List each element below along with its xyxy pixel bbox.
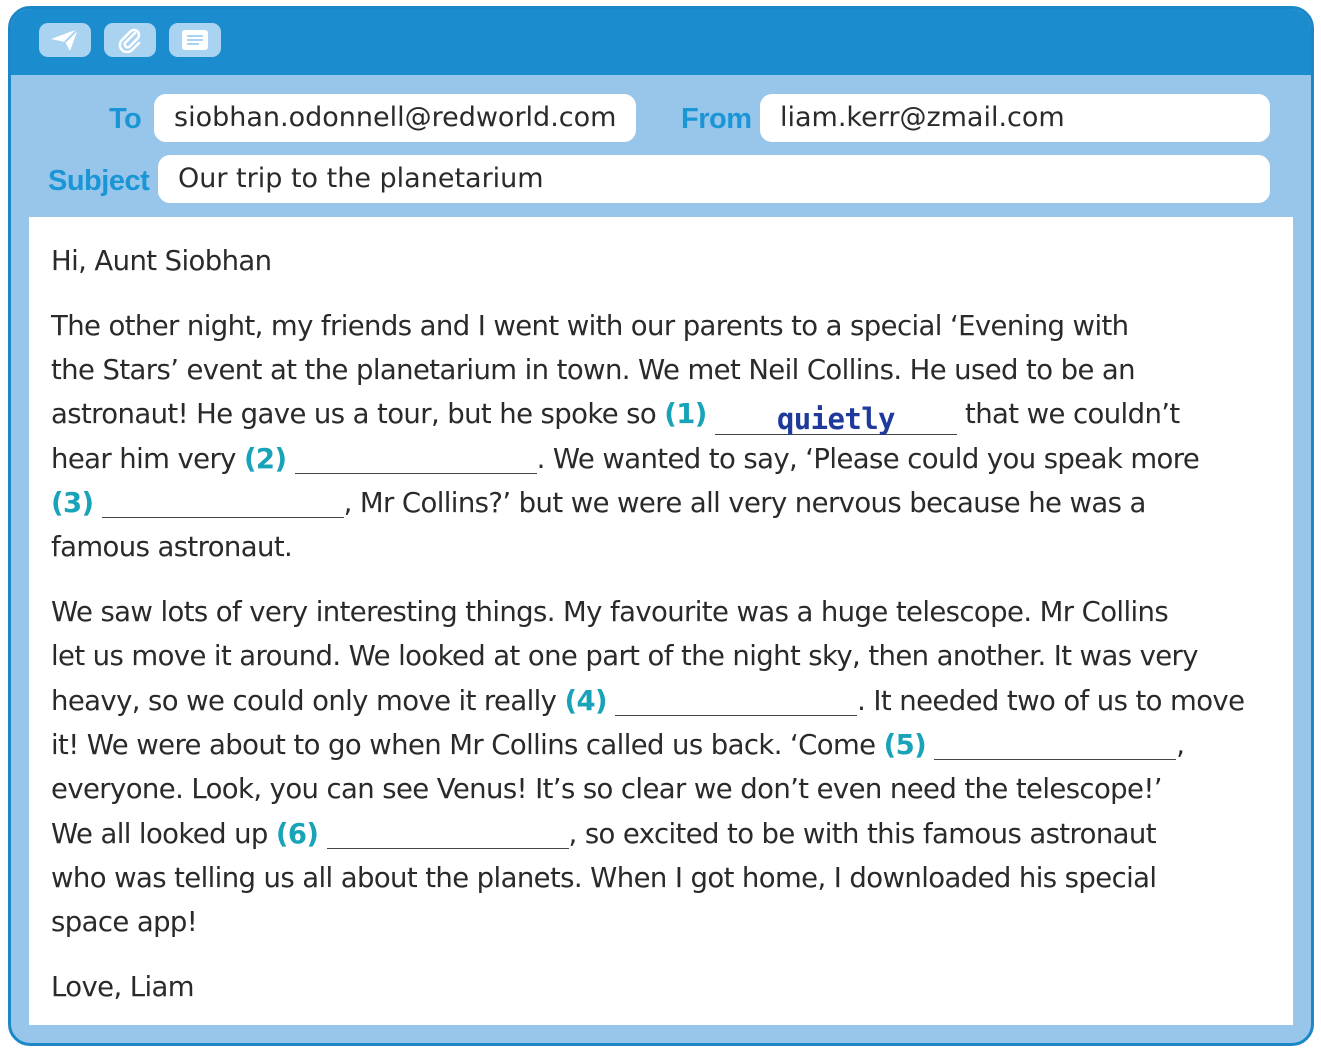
to-field[interactable]: siobhan.odonnell@redworld.com (154, 94, 636, 142)
message-body[interactable]: Hi, Aunt Siobhan The other night, my fri… (29, 217, 1293, 1025)
gap-5-blank[interactable] (934, 723, 1177, 760)
p2-line-5: everyone. Look, you can see Venus! It’s … (51, 773, 1163, 806)
paperclip-icon (118, 28, 141, 53)
subject-field[interactable]: Our trip to the planetarium (158, 155, 1270, 203)
p2-line-6a: We all looked up (51, 817, 276, 850)
p2-line-6b: , so excited to be with this famous astr… (568, 817, 1157, 850)
paragraph-1: The other night, my friends and I went w… (51, 304, 1291, 570)
gap-2-blank[interactable] (294, 437, 537, 474)
p2-line-4b: , (1176, 728, 1185, 761)
gap-1-answer: quietly (776, 402, 896, 437)
p2-line-3a: heavy, so we could only move it really (51, 684, 565, 717)
paragraph-2: We saw lots of very interesting things. … (51, 590, 1291, 944)
signoff: Love, Liam (51, 970, 195, 1003)
gap-3-blank[interactable] (101, 481, 344, 518)
to-label: To (109, 103, 142, 135)
p1-line-4b: . We wanted to say, ‘Please could you sp… (536, 442, 1200, 475)
p2-line-3b: . It needed two of us to move (857, 684, 1245, 717)
p1-line-3a: astronaut! He gave us a tour, but he spo… (51, 398, 665, 431)
gap-number-1: (1) (664, 398, 707, 431)
gap-4-blank[interactable] (615, 679, 858, 716)
send-icon (51, 28, 79, 51)
p2-line-8: space app! (51, 906, 198, 939)
toolbar (11, 9, 1311, 75)
email-window: To siobhan.odonnell@redworld.com From li… (8, 6, 1314, 1046)
p1-line-1: The other night, my friends and I went w… (51, 309, 1129, 342)
gap-number-4: (4) (564, 684, 607, 717)
gap-6-blank[interactable] (326, 812, 569, 849)
p2-line-7: who was telling us all about the planets… (51, 861, 1157, 894)
gap-number-3: (3) (51, 486, 94, 519)
p1-line-2: the Stars’ event at the planetarium in t… (51, 354, 1136, 387)
p1-line-4a: hear him very (51, 442, 244, 475)
p1-line-3b: that we couldn’t (956, 398, 1180, 431)
gap-1-blank[interactable]: quietly (714, 398, 957, 437)
gap-number-6: (6) (275, 817, 319, 850)
greeting: Hi, Aunt Siobhan (51, 245, 272, 277)
p2-line-2: let us move it around. We looked at one … (51, 640, 1199, 673)
p1-line-6: famous astronaut. (51, 531, 293, 564)
message-text: Hi, Aunt Siobhan The other night, my fri… (51, 239, 1291, 1030)
p1-line-5b: , Mr Collins?’ but we were all very nerv… (343, 486, 1147, 519)
gap-number-5: (5) (883, 728, 927, 761)
subject-label: Subject (48, 165, 150, 197)
email-header: To siobhan.odonnell@redworld.com From li… (11, 75, 1311, 217)
gap-number-2: (2) (243, 442, 287, 475)
attach-button[interactable] (104, 23, 156, 57)
p2-line-1: We saw lots of very interesting things. … (51, 596, 1169, 629)
send-button[interactable] (39, 23, 91, 57)
from-label: From (681, 103, 752, 135)
notes-icon (182, 30, 208, 50)
p2-line-4a: it! We were about to go when Mr Collins … (51, 728, 884, 761)
from-field[interactable]: liam.kerr@zmail.com (760, 94, 1270, 142)
notes-button[interactable] (169, 23, 221, 57)
